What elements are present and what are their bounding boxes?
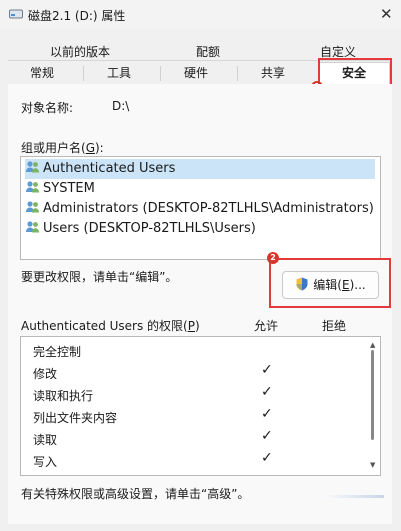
deny-column-header: 拒绝 <box>322 319 347 333</box>
allow-check-icon: ✓ <box>261 406 273 422</box>
allow-check-icon: ✓ <box>261 428 273 444</box>
uac-shield-icon <box>296 277 308 291</box>
scroll-down-icon[interactable]: ▼ <box>370 461 375 469</box>
permission-row: 完全控制 <box>33 345 82 359</box>
tab-separator <box>83 66 84 81</box>
permission-row: 读取 <box>33 433 58 447</box>
change-permissions-hint: 要更改权限，请单击“编辑”。 <box>21 270 178 284</box>
window-title: 磁盘2.1 (D:) 属性 <box>28 9 126 23</box>
tab-quota[interactable]: 配额 <box>183 43 233 61</box>
list-item[interactable]: Authenticated Users <box>25 159 375 179</box>
tab-sharing[interactable]: 共享 <box>249 64 297 82</box>
edit-button[interactable]: 编辑(E)... <box>282 271 379 299</box>
allow-check-icon: ✓ <box>261 450 273 466</box>
list-item[interactable]: SYSTEM <box>25 179 95 199</box>
object-name-label: 对象名称: <box>21 101 74 115</box>
tab-general[interactable]: 常规 <box>18 64 66 82</box>
list-item[interactable]: Administrators (DESKTOP-82TLHLS\Administ… <box>25 199 374 219</box>
permission-row: 列出文件夹内容 <box>33 411 118 425</box>
drive-icon <box>9 9 23 19</box>
scroll-up-icon[interactable]: ▲ <box>370 341 375 349</box>
user-group-icon <box>26 221 39 233</box>
tab-previous-versions[interactable]: 以前的版本 <box>40 43 120 61</box>
title-bar: 磁盘2.1 (D:) 属性 ✕ <box>0 0 401 30</box>
tab-separator <box>237 66 238 81</box>
permission-row: 读取和执行 <box>33 389 94 403</box>
tab-tools[interactable]: 工具 <box>95 64 143 82</box>
group-user-list[interactable]: Authenticated Users SYSTEM Administrator… <box>20 156 381 260</box>
list-item[interactable]: Users (DESKTOP-82TLHLS\Users) <box>25 219 256 239</box>
permissions-scrollbar[interactable] <box>371 350 374 440</box>
tab-separator <box>160 66 161 81</box>
annotation-badge-2: 2 <box>267 252 279 264</box>
object-name-value: D:\ <box>112 99 130 113</box>
advanced-area-fade <box>324 495 384 498</box>
permission-row: 写入 <box>33 455 58 469</box>
permissions-header: Authenticated Users 的权限(P) <box>21 319 200 333</box>
permission-row: 修改 <box>33 367 58 381</box>
user-group-icon <box>26 181 39 193</box>
tab-hardware[interactable]: 硬件 <box>172 64 220 82</box>
advanced-hint: 有关特殊权限或高级设置，请单击“高级”。 <box>21 487 250 501</box>
user-group-icon <box>26 201 39 213</box>
allow-check-icon: ✓ <box>261 384 273 400</box>
close-icon[interactable]: ✕ <box>380 5 393 23</box>
allow-column-header: 允许 <box>254 319 279 333</box>
permissions-list[interactable]: 完全控制 修改 ✓ 读取和执行 ✓ 列出文件夹内容 ✓ 读取 ✓ 写入 ✓ ▲ … <box>20 336 381 476</box>
groups-label: 组或用户名(G): <box>21 141 104 155</box>
allow-check-icon: ✓ <box>261 362 273 378</box>
user-group-icon <box>26 161 39 173</box>
